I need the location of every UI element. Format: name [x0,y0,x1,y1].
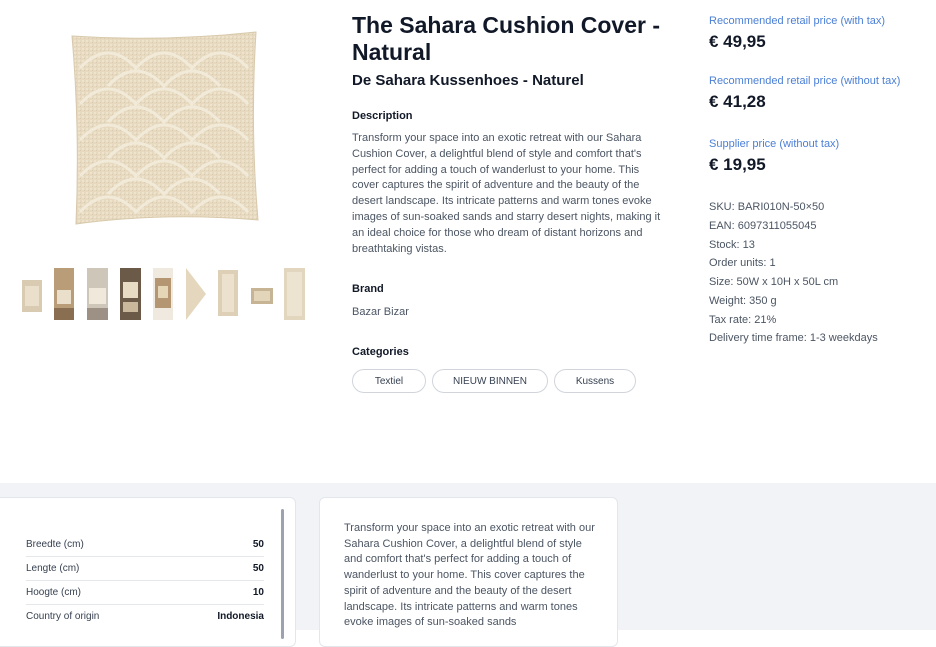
thumbnail-1[interactable] [22,280,42,312]
spec-key: Breedte (cm) [26,539,84,550]
thumbnail-9[interactable] [284,268,305,320]
product-description: Transform your space into an exotic retr… [352,132,661,255]
retail-price-with-tax: € 49,95 [709,32,766,51]
supplier-price: € 19,95 [709,155,766,174]
spec-ean: EAN: 6097311055045 [709,220,817,232]
spec-stock: Stock: 13 [709,239,755,251]
category-tag-kussens[interactable]: Kussens [554,369,636,393]
description-heading: Description [352,110,413,122]
spec-value: 10 [252,587,264,598]
product-main-image[interactable] [58,28,268,230]
brand-name: Bazar Bizar [352,306,409,318]
category-tag-nieuw-binnen[interactable]: NIEUW BINNEN [432,369,548,393]
spec-size: Size: 50W x 10H x 50L cm [709,276,839,288]
retail-price-without-tax-label: Recommended retail price (without tax) [709,75,901,87]
table-row: Hoogte (cm) 10 [26,581,264,605]
spec-value: 50 [252,563,264,574]
scrollbar[interactable] [281,509,284,639]
spec-value: Indonesia [217,611,264,622]
thumbnail-5[interactable] [153,268,173,320]
spec-key: Lengte (cm) [26,563,80,574]
thumbnail-4[interactable] [120,268,141,320]
spec-delivery-time: Delivery time frame: 1-3 weekdays [709,332,878,344]
product-title: The Sahara Cushion Cover - Natural [352,12,661,65]
spec-sku: SKU: BARI010N-50×50 [709,201,825,213]
category-tag-textiel[interactable]: Textiel [352,369,426,393]
long-description: Transform your space into an exotic retr… [344,522,595,629]
thumbnail-3[interactable] [87,268,108,320]
spec-tax-rate: Tax rate: 21% [709,314,777,326]
spec-key: Hoogte (cm) [26,587,82,598]
product-section: The Sahara Cushion Cover - Natural De Sa… [0,0,936,483]
supplier-price-label: Supplier price (without tax) [709,138,840,150]
spec-order-units: Order units: 1 [709,257,776,269]
thumbnail-2[interactable] [54,268,74,320]
categories-heading: Categories [352,346,409,358]
brand-heading: Brand [352,283,384,295]
thumbnail-6[interactable] [186,268,206,320]
table-row: Breedte (cm) 50 [26,533,264,557]
thumbnail-7[interactable] [218,270,238,316]
spec-weight: Weight: 350 g [709,295,777,307]
spec-value: 50 [252,539,264,550]
retail-price-with-tax-label: Recommended retail price (with tax) [709,15,886,27]
spec-key: Country of origin [26,611,100,622]
retail-price-without-tax: € 41,28 [709,92,766,111]
table-row: Country of origin Indonesia [26,605,264,629]
product-subtitle: De Sahara Kussenhoes - Naturel [352,72,584,89]
table-row: Lengte (cm) 50 [26,557,264,581]
thumbnail-8[interactable] [251,288,273,304]
